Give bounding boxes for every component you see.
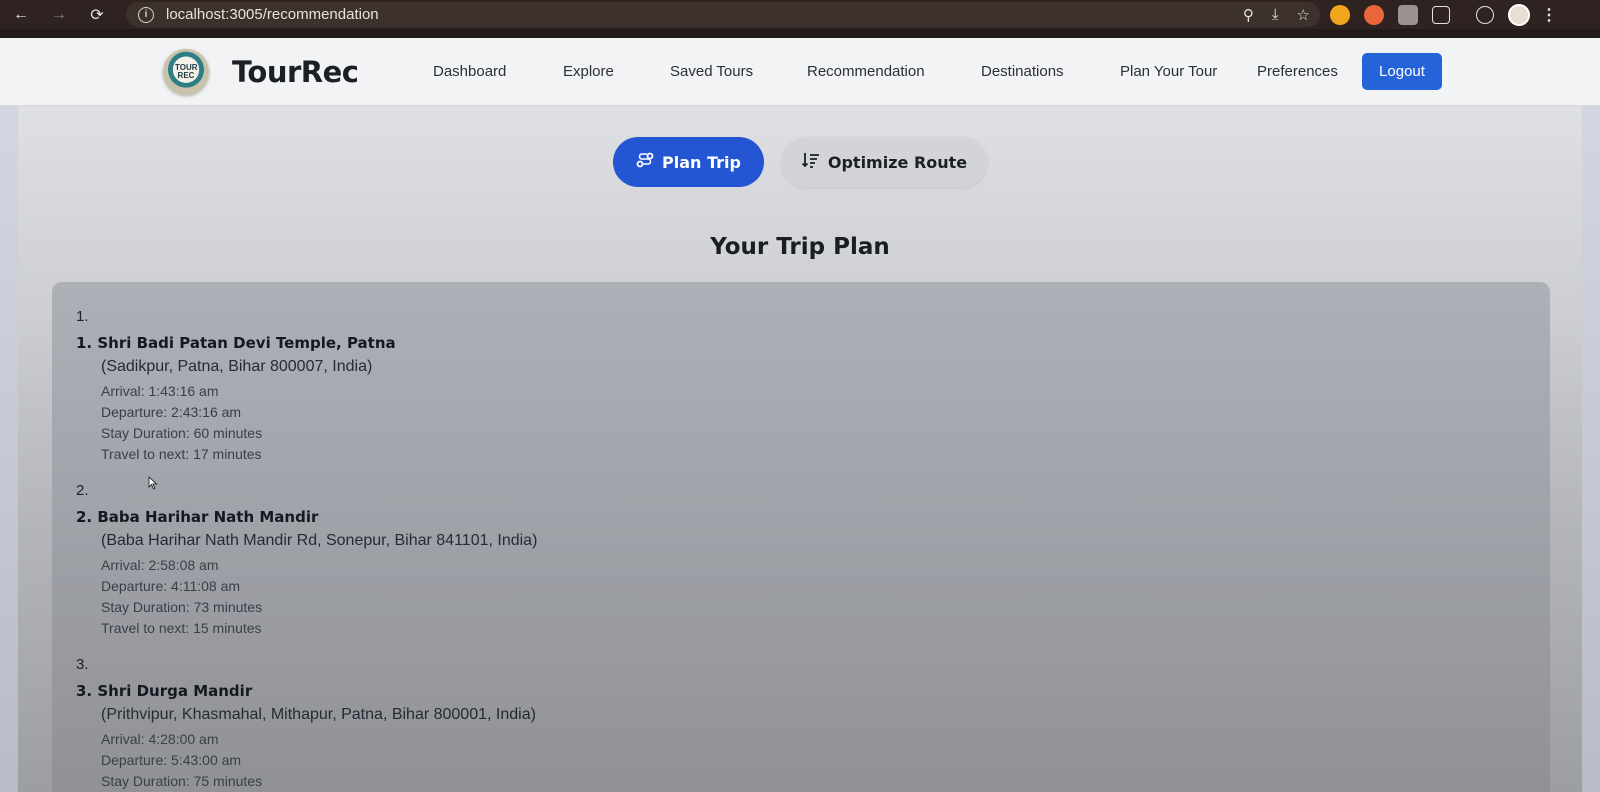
extensions-area: ⋮ — [1330, 2, 1557, 27]
stop-index: 3. — [76, 656, 89, 673]
app-header: TOUR REC TourRec Dashboard Explore Saved… — [0, 38, 1600, 106]
trip-plan-card: 1. 1. Shri Badi Patan Devi Temple, Patna… — [52, 282, 1550, 792]
install-app-icon[interactable]: ⤓ — [1272, 6, 1279, 23]
plan-trip-button[interactable]: Plan Trip — [613, 137, 764, 187]
stop-travel-time: Travel to next: 17 minutes — [101, 446, 262, 462]
page-title: Your Trip Plan — [710, 234, 890, 260]
nav-saved-tours[interactable]: Saved Tours — [670, 63, 753, 80]
browser-toolbar: ← → ⟳ i localhost:3005/recommendation ⚲ … — [0, 0, 1600, 29]
nav-preferences[interactable]: Preferences — [1257, 63, 1338, 80]
forward-icon[interactable]: → — [48, 4, 70, 26]
sort-icon — [801, 152, 820, 172]
nav-explore[interactable]: Explore — [563, 63, 614, 80]
mouse-cursor-icon — [148, 476, 158, 490]
reload-icon[interactable]: ⟳ — [86, 4, 108, 26]
nav-dashboard[interactable]: Dashboard — [433, 63, 506, 80]
trip-stop: 1. 1. Shri Badi Patan Devi Temple, Patna… — [76, 308, 396, 465]
extensions-puzzle-icon[interactable] — [1432, 5, 1450, 24]
stop-duration: Stay Duration: 73 minutes — [101, 599, 263, 615]
optimize-route-button[interactable]: Optimize Route — [782, 137, 987, 187]
nav-destinations[interactable]: Destinations — [981, 63, 1064, 80]
trip-actions: Plan Trip Optimize Route — [0, 137, 1600, 187]
stop-arrival: Arrival: 4:28:00 am — [101, 731, 219, 747]
browser-separator — [0, 29, 1600, 38]
extension-moon-icon[interactable] — [1398, 4, 1418, 25]
stop-travel-time: Travel to next: 15 minutes — [101, 620, 262, 636]
stop-address: (Prithvipur, Khasmahal, Mithapur, Patna,… — [101, 706, 536, 723]
stop-departure: Departure: 5:43:00 am — [101, 752, 242, 768]
stop-name: 1. Shri Badi Patan Devi Temple, Patna — [76, 334, 396, 352]
stop-departure: Departure: 4:11:08 am — [101, 578, 241, 594]
tourrec-logo[interactable]: TOUR REC — [163, 49, 209, 95]
stop-arrival: Arrival: 1:43:16 am — [101, 383, 219, 399]
optimize-route-label: Optimize Route — [827, 152, 968, 172]
performance-icon[interactable] — [1476, 5, 1494, 24]
extension-info-icon[interactable] — [1330, 4, 1350, 25]
brand-name[interactable]: TourRec — [232, 55, 359, 89]
logo-text: TOUR REC — [175, 63, 198, 80]
url-text[interactable]: localhost:3005/recommendation — [166, 6, 379, 23]
location-icon[interactable]: ⚲ — [1243, 6, 1254, 24]
stop-name: 2. Baba Harihar Nath Mandir — [76, 508, 319, 526]
plan-trip-label: Plan Trip — [662, 152, 741, 172]
stop-address: (Sadikpur, Patna, Bihar 800007, India) — [101, 358, 373, 375]
browser-menu-icon[interactable]: ⋮ — [1541, 5, 1557, 25]
logout-button[interactable]: Logout — [1362, 53, 1442, 90]
main-content: Plan Trip Optimize Route Your Trip Plan … — [0, 106, 1600, 792]
back-icon[interactable]: ← — [10, 4, 32, 26]
extension-orange-icon[interactable] — [1364, 4, 1384, 25]
nav-recommendation[interactable]: Recommendation — [807, 63, 925, 80]
address-bar[interactable]: i localhost:3005/recommendation ⚲ ⤓ ☆ — [126, 2, 1320, 27]
trip-stop: 3. 3. Shri Durga Mandir (Prithvipur, Kha… — [76, 656, 536, 792]
stop-arrival: Arrival: 2:58:08 am — [101, 557, 219, 573]
stop-address: (Baba Harihar Nath Mandir Rd, Sonepur, B… — [101, 532, 538, 549]
site-info-icon[interactable]: i — [138, 6, 154, 23]
nav-plan-your-tour[interactable]: Plan Your Tour — [1120, 63, 1217, 80]
stop-departure: Departure: 2:43:16 am — [101, 404, 242, 420]
trip-stop: 2. 2. Baba Harihar Nath Mandir (Baba Har… — [76, 482, 537, 639]
stop-name: 3. Shri Durga Mandir — [76, 682, 253, 700]
profile-avatar[interactable] — [1508, 3, 1530, 26]
stop-duration: Stay Duration: 75 minutes — [101, 773, 263, 789]
stop-index: 2. — [76, 482, 89, 499]
stop-index: 1. — [76, 308, 89, 325]
stop-duration: Stay Duration: 60 minutes — [101, 425, 263, 441]
route-icon — [636, 152, 654, 172]
bookmark-star-icon[interactable]: ☆ — [1297, 6, 1310, 24]
